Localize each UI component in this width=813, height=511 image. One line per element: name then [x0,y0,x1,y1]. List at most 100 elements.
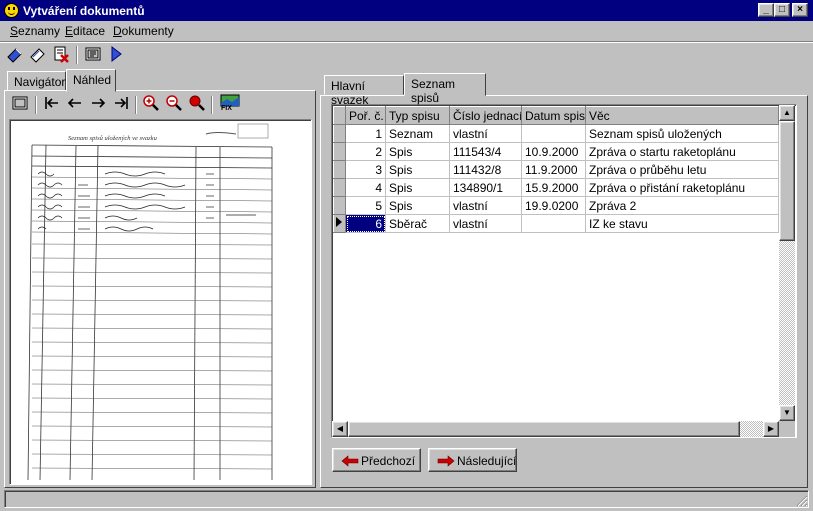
scroll-left-icon[interactable]: ◀ [332,421,348,437]
row-indicator[interactable] [333,178,346,197]
delete-document-icon[interactable] [51,45,71,65]
cell-por-c[interactable]: 3 [345,160,386,179]
cell-typ-spisu[interactable]: Sběrač [385,214,450,233]
current-row-indicator[interactable] [333,214,346,233]
cell-cislo-jednaci[interactable]: 111432/8 [449,160,522,179]
row-indicator[interactable] [333,142,346,161]
table-row[interactable]: 4 Spis 134890/1 15.9.2000 Zpráva o přist… [333,178,779,197]
resize-grip-icon[interactable] [795,494,808,507]
new-document-icon[interactable] [5,45,25,65]
menu-seznamy[interactable]: Seznamy [10,24,60,38]
menu-editace[interactable]: Editace [65,24,105,38]
fix-picture-icon[interactable]: FIX [218,94,242,114]
cell-typ-spisu[interactable]: Spis [385,178,450,197]
next-page-icon[interactable] [87,94,109,114]
col-header-cislo-jednaci[interactable]: Číslo jednací [449,106,522,125]
cell-datum-spisu[interactable] [521,124,586,143]
scroll-up-icon[interactable]: ▲ [779,105,795,121]
print-preview-icon[interactable] [83,45,103,65]
edit-document-icon[interactable] [28,45,48,65]
title-bar: Vytváření dokumentů _ □ × [0,0,813,21]
right-pane: Hlavní svazek Seznam spisů Poř. č. Typ s… [320,69,808,489]
scroll-down-icon[interactable]: ▼ [779,405,795,421]
scanned-document-image: Seznam spisů uložených ve svazku [27,123,273,481]
cell-datum-spisu[interactable]: 10.9.2000 [521,142,586,161]
maximize-button[interactable]: □ [774,3,790,17]
zoom-stop-icon[interactable] [186,94,208,114]
cell-datum-spisu[interactable]: 11.9.2000 [521,160,586,179]
left-arrow-icon [341,455,359,467]
cell-por-c[interactable]: 4 [345,178,386,197]
main-toolbar [0,41,813,69]
cell-cislo-jednaci[interactable]: vlastní [449,214,522,233]
tab-navigator[interactable]: Navigátor [7,71,66,91]
row-indicator[interactable] [333,196,346,215]
run-arrow-icon[interactable] [106,45,126,65]
cell-por-c[interactable]: 5 [345,196,386,215]
vertical-scrollbar[interactable]: ▲ ▼ [779,105,795,421]
cell-cislo-jednaci[interactable]: 111543/4 [449,142,522,161]
cell-typ-spisu[interactable]: Seznam [385,124,450,143]
right-arrow-icon [437,455,455,467]
tab-hlavni-svazek[interactable]: Hlavní svazek [324,75,404,107]
cell-vec[interactable]: Zpráva o startu raketoplánu [585,142,779,161]
cell-vec[interactable]: Seznam spisů uložených [585,124,779,143]
row-indicator[interactable] [333,160,346,179]
close-button[interactable]: × [792,3,808,17]
zoom-in-icon[interactable] [140,94,162,114]
cell-por-c[interactable]: 1 [345,124,386,143]
table-header-row: Poř. č. Typ spisu Číslo jednací Datum sp… [333,106,779,125]
scrollbar-corner [779,421,795,437]
cell-vec[interactable]: Zpráva o průběhu letu [585,160,779,179]
next-button-label: Následující [457,454,517,468]
cell-por-c[interactable]: 6 [345,214,386,233]
cell-typ-spisu[interactable]: Spis [385,142,450,161]
col-header-vec[interactable]: Věc [585,106,779,125]
menu-bar: Seznamy Editace Dokumenty [0,21,813,41]
cell-vec[interactable]: Zpráva 2 [585,196,779,215]
horizontal-scrollbar[interactable]: ◀ ▶ [332,421,779,437]
tab-seznam-spisu[interactable]: Seznam spisů [404,73,486,105]
zoom-out-icon[interactable] [163,94,185,114]
spisy-grid[interactable]: Poř. č. Typ spisu Číslo jednací Datum sp… [331,104,797,438]
last-page-icon[interactable] [110,94,132,114]
col-header-typ-spisu[interactable]: Typ spisu [385,106,450,125]
table-row[interactable]: 5 Spis vlastní 19.9.0200 Zpráva 2 [333,196,779,215]
vertical-scroll-thumb[interactable] [779,121,795,241]
table-row[interactable]: 1 Seznam vlastní Seznam spisů uložených [333,124,779,143]
preview-panel: FIX Seznam spisů uložených ve svazku [4,90,316,488]
table-row[interactable]: 2 Spis 111543/4 10.9.2000 Zpráva o start… [333,142,779,161]
document-preview[interactable]: Seznam spisů uložených ve svazku [9,119,312,485]
cell-datum-spisu[interactable]: 19.9.0200 [521,196,586,215]
menu-dokumenty[interactable]: Dokumenty [113,24,174,38]
horizontal-scroll-thumb[interactable] [348,421,740,437]
cell-datum-spisu[interactable] [521,214,586,233]
cell-vec[interactable]: Zpráva o přistání raketoplánu [585,178,779,197]
table-row[interactable]: 3 Spis 111432/8 11.9.2000 Zpráva o průbě… [333,160,779,179]
status-bar [4,490,809,508]
row-indicator[interactable] [333,124,346,143]
first-page-icon[interactable] [41,94,63,114]
current-row-arrow-icon [336,217,342,227]
previous-button[interactable]: Předchozí [332,448,421,472]
cell-por-c[interactable]: 2 [345,142,386,161]
cell-datum-spisu[interactable]: 15.9.2000 [521,178,586,197]
scroll-right-icon[interactable]: ▶ [763,421,779,437]
previous-page-icon[interactable] [64,94,86,114]
cell-vec[interactable]: IZ ke stavu [585,214,779,233]
row-indicator-header [333,106,346,125]
cell-cislo-jednaci[interactable]: vlastní [449,196,522,215]
fix-label: FIX [221,105,232,112]
print-icon[interactable] [9,94,31,114]
table-row-selected[interactable]: 6 Sběrač vlastní IZ ke stavu [333,214,779,233]
next-button[interactable]: Následující [428,448,517,472]
tab-nahled[interactable]: Náhled [66,69,116,92]
table-panel: Poř. č. Typ spisu Číslo jednací Datum sp… [320,95,808,488]
cell-cislo-jednaci[interactable]: vlastní [449,124,522,143]
col-header-datum-spisu[interactable]: Datum spisu [521,106,586,125]
col-header-por-c[interactable]: Poř. č. [345,106,386,125]
cell-cislo-jednaci[interactable]: 134890/1 [449,178,522,197]
cell-typ-spisu[interactable]: Spis [385,196,450,215]
cell-typ-spisu[interactable]: Spis [385,160,450,179]
minimize-button[interactable]: _ [758,3,774,17]
